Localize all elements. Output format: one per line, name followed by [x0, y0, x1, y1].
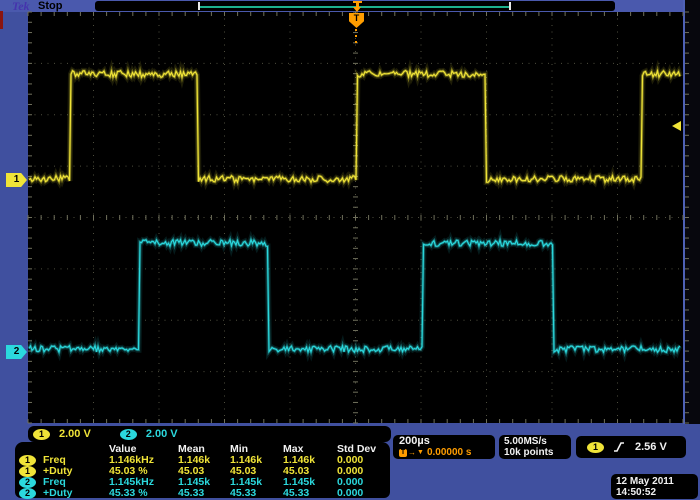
ch1-position-marker: 1 — [6, 173, 27, 187]
trigger-position-readout: T → ▼ 0.00000 s — [399, 447, 489, 458]
ch1-badge: 1 — [33, 429, 50, 440]
timebase-value: 200µs — [399, 436, 489, 447]
measurement-value: 45.33 % — [109, 487, 178, 499]
channel-scale-bar: 1 2.00 V 2 2.00 V — [28, 426, 391, 442]
sample-rate: 5.00MS/s — [504, 436, 566, 447]
record-view-bar — [95, 1, 615, 11]
record-length: 10k points — [504, 447, 566, 458]
rising-edge-slope-icon — [613, 440, 625, 454]
right-bezel-strip — [683, 0, 700, 424]
trigger-position-value: 0.00000 s — [427, 448, 472, 458]
arrow-icon: → — [408, 448, 416, 458]
datetime-readout: 12 May 2011 14:50:52 — [611, 474, 698, 499]
oscilloscope-screen: Tek Stop 1 2 T 1 2.00 V 2 2.00 V Value M… — [0, 0, 700, 500]
graticule — [28, 12, 683, 423]
measurement-std: 0.000 — [337, 487, 389, 499]
timebase-readout: 200µs T → ▼ 0.00000 s — [393, 435, 495, 459]
date-value: 12 May 2011 — [616, 476, 693, 487]
acquisition-status: Stop — [38, 0, 62, 12]
measurement-mean: 45.33 — [178, 487, 230, 499]
tek-logo: Tek — [12, 0, 30, 14]
ch2-badge: 2 — [19, 488, 36, 499]
trigger-position-dashes — [355, 29, 357, 43]
trigger-level-arrow-icon — [672, 121, 681, 131]
measurement-label: +Duty — [43, 487, 109, 499]
measurement-min: 45.33 — [230, 487, 283, 499]
trigger-source-badge: 1 — [587, 442, 604, 453]
time-value: 14:50:52 — [616, 487, 693, 498]
down-triangle-icon: ▼ — [417, 448, 424, 458]
trigger-level-value: 2.56 V — [635, 441, 667, 453]
ch1-volts-per-div: 2.00 V — [59, 428, 91, 440]
trigger-t-icon: T — [399, 449, 407, 457]
ch2-position-marker: 2 — [6, 345, 27, 359]
window-bracket-right — [509, 2, 511, 10]
ch2-volts-per-div: 2.00 V — [146, 428, 178, 440]
trigger-readout: 1 2.56 V — [576, 436, 686, 458]
measurement-table: Value Mean Min Max Std Dev 1 Freq 1.146k… — [15, 442, 390, 498]
ch2-badge: 2 — [120, 429, 137, 440]
bezel-edge — [0, 11, 3, 29]
measurement-max: 45.33 — [283, 487, 337, 499]
window-bracket-left — [198, 2, 200, 10]
acquisition-readout: 5.00MS/s 10k points — [499, 435, 571, 459]
